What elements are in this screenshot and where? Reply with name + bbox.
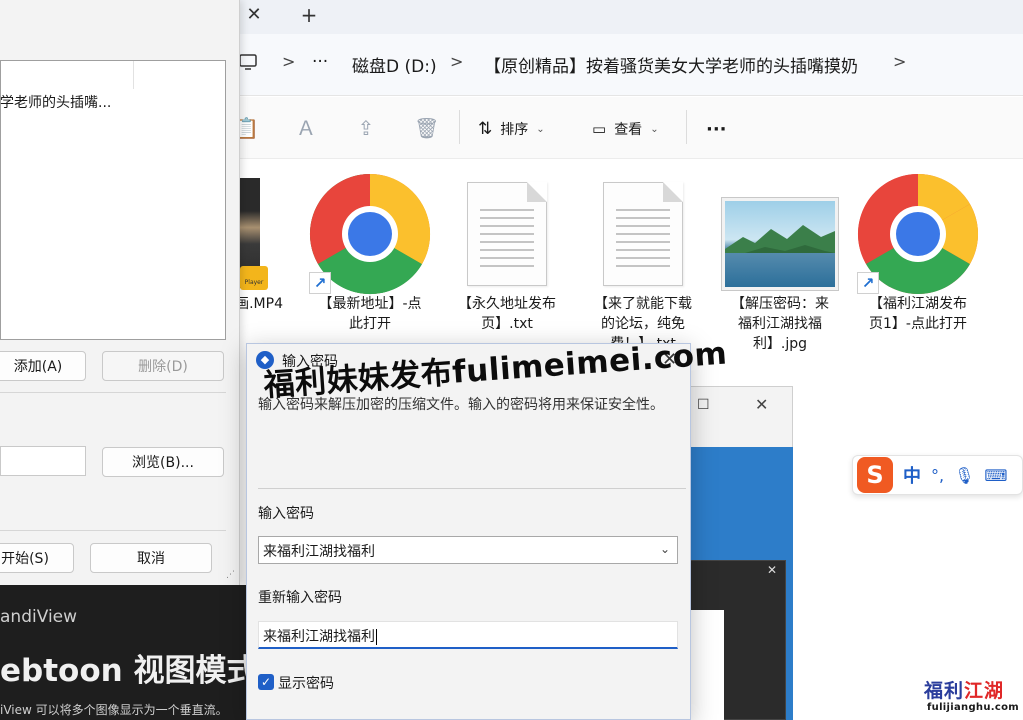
logo-url: fulijianghu.com [927,702,1019,713]
file-label: 福利江湖找福 [738,316,822,332]
file-label: 【永久地址发布 [458,296,556,312]
start-button[interactable]: 开始(S) [0,543,74,573]
add-button[interactable]: 添加(A) [0,351,86,381]
breadcrumb-separator: > [282,52,296,71]
file-label: 【福利江湖发布 [869,296,967,312]
file-label: 【来了就能下载 [594,296,692,312]
file-label: 【最新地址】-点 [318,296,422,312]
shortcut-arrow-icon: ↗ [309,272,331,294]
view-button[interactable]: ▭ 查看 ⌄ [592,116,659,142]
toolbar-divider [686,110,687,144]
file-label: 页1】-点此打开 [869,316,967,332]
text-file-icon [467,182,547,286]
password-label: 输入密码 [258,506,314,522]
column-divider [133,61,134,89]
divider [0,530,226,531]
resize-grip-icon[interactable]: ⋰ [226,570,235,580]
show-password-checkbox[interactable]: ✓ [258,674,274,690]
breadcrumb-separator: > [450,52,464,71]
more-options-button[interactable]: ··· [706,116,727,142]
divider [0,392,226,393]
sogou-logo-icon[interactable]: S [857,457,893,493]
divider [258,488,686,489]
keyboard-icon[interactable]: ⌨ [984,466,1007,485]
file-label: 此打开 [349,316,391,332]
logo-text-right: 江湖 [964,680,1005,702]
browse-button[interactable]: 浏览(B)... [102,447,224,477]
sort-button[interactable]: ⇅ 排序 ⌄ [478,116,545,142]
logo-text-left: 福利 [924,680,965,702]
maximize-icon[interactable]: ☐ [697,397,710,413]
ime-punctuation[interactable]: °, [931,466,944,485]
chevron-down-icon[interactable]: ⌄ [660,542,670,556]
banner-app-name: andiView [0,607,78,627]
password-combobox[interactable]: 来福利江湖找福利 [258,536,678,564]
banner-caption: iView 可以将多个图像显示为一个垂直流。 [0,703,228,717]
breadcrumb-separator: > [893,52,907,71]
player-badge-icon: Player [240,266,268,290]
view-icon: ▭ [592,120,607,138]
breadcrumb-overflow[interactable]: ··· [312,52,328,72]
ime-mode[interactable]: 中 [903,462,921,488]
confirm-password-value: 来福利江湖找福利 [263,629,375,645]
file-label: 【解压密码：来 [731,296,829,312]
breadcrumb-folder[interactable]: 【原创精品】按着骚货美女大学老师的头插嘴摸奶 [484,52,858,77]
list-item[interactable]: 学老师的头插嘴... [0,92,111,112]
shortcut-arrow-icon: ↗ [857,272,879,294]
file-label: 页】.txt [481,316,533,332]
microphone-icon[interactable]: 🎙 [954,466,974,485]
confirm-password-label: 重新输入密码 [258,590,342,606]
show-password-label[interactable]: 显示密码 [278,673,334,693]
text-file-icon [603,182,683,286]
computer-icon[interactable] [238,52,258,72]
delete-icon[interactable]: 🗑 [414,116,439,140]
confirm-password-input[interactable]: 来福利江湖找福利 [258,621,678,649]
background-panel [690,610,724,720]
path-input[interactable] [0,446,86,476]
close-tab-icon[interactable]: ✕ [243,4,265,26]
corner-logo: 福利江湖 [924,676,1004,703]
new-tab-icon[interactable]: + [298,4,320,26]
archive-dialog: 学老师的头插嘴... 添加(A) 删除(D) 浏览(B)... 开始(S) 取消… [0,0,240,585]
banner-headline: ebtoon 视图模式 [0,653,248,689]
cancel-button[interactable]: 取消 [90,543,212,573]
breadcrumb-drive[interactable]: 磁盘D (D:) [352,52,437,77]
image-file-icon [721,197,839,291]
toolbar-divider [459,110,460,144]
share-icon[interactable]: ⇪ [354,116,378,140]
view-label: 查看 [614,122,643,138]
rename-icon[interactable]: Ａ [294,116,318,140]
close-icon[interactable]: ✕ [755,395,768,414]
close-icon[interactable]: ✕ [767,563,777,577]
chevron-down-icon: ⌄ [536,123,545,135]
ime-toolbar[interactable]: S 中 °, 🎙 ⌨ [852,455,1023,495]
promo-banner: andiView ebtoon 视图模式 iView 可以将多个图像显示为一个垂… [0,585,248,720]
sort-label: 排序 [500,122,529,138]
file-label: 利】.jpg [752,336,808,352]
delete-button[interactable]: 删除(D) [102,351,224,381]
chevron-down-icon: ⌄ [650,123,659,135]
text-caret [376,629,377,645]
sort-icon: ⇅ [478,119,493,139]
